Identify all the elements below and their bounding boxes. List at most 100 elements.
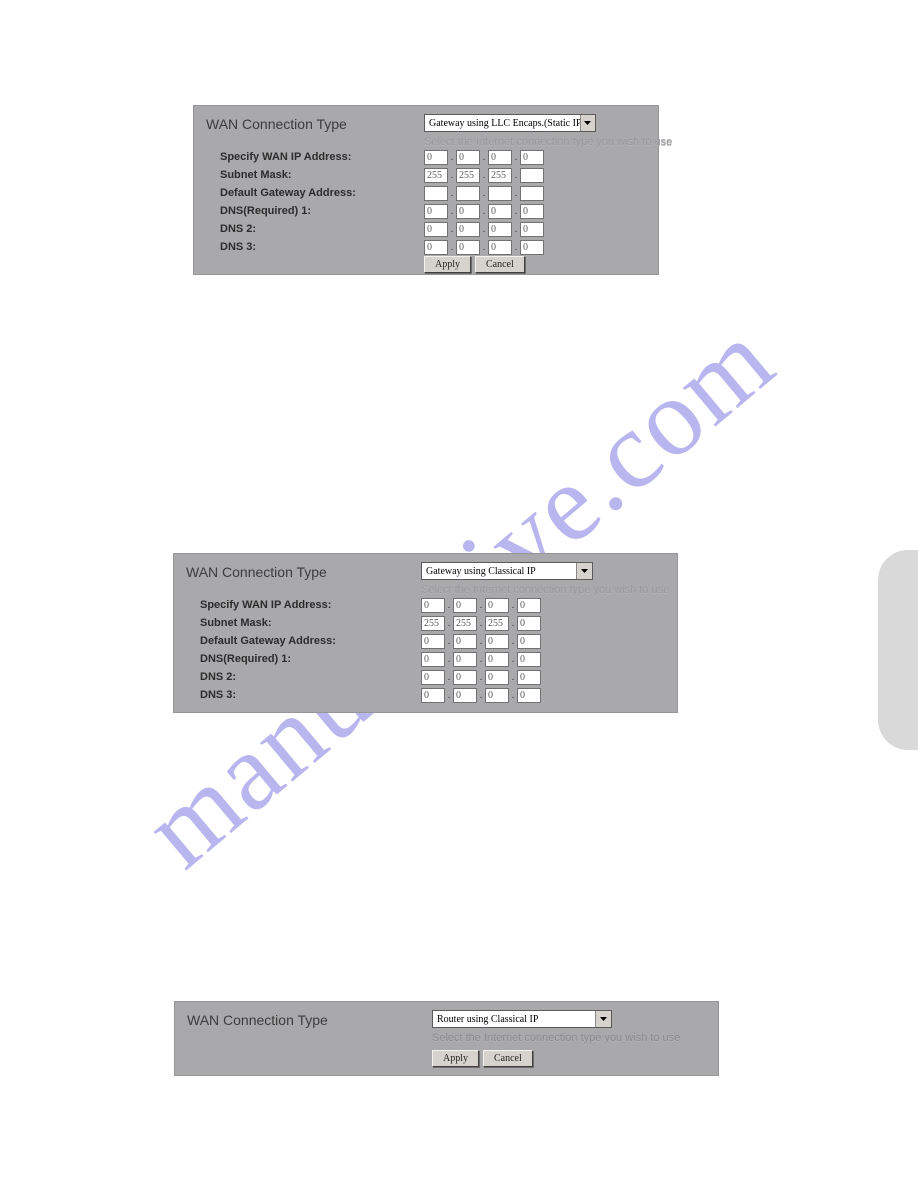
dot-sep: . xyxy=(480,170,488,181)
panel-static-ip: WAN Connection Type Gateway using LLC En… xyxy=(193,105,659,275)
ip-octet-input[interactable]: 0 xyxy=(485,652,509,667)
ip-octet-input[interactable]: 255 xyxy=(421,616,445,631)
ip-octet-input[interactable]: 0 xyxy=(421,598,445,613)
label-wan-ip: Specify WAN IP Address: xyxy=(200,596,336,614)
ip-octet-input[interactable]: 0 xyxy=(520,204,544,219)
ip-octet-input[interactable]: 0 xyxy=(424,204,448,219)
cancel-button[interactable]: Cancel xyxy=(475,256,525,273)
ip-octet-input[interactable]: 0 xyxy=(485,670,509,685)
ip-octet-input[interactable]: 0 xyxy=(424,150,448,165)
dot-sep: . xyxy=(480,206,488,217)
wan-type-select[interactable]: Router using Classical IP xyxy=(432,1010,612,1028)
dot-sep: . xyxy=(509,672,517,683)
label-dns2: DNS 2: xyxy=(220,220,356,238)
ip-octet-input[interactable]: 0 xyxy=(424,222,448,237)
dot-sep: . xyxy=(512,224,520,235)
select-value: Router using Classical IP xyxy=(433,1014,595,1025)
ip-octet-input[interactable]: 0 xyxy=(488,150,512,165)
dot-sep: . xyxy=(477,600,485,611)
ip-octet-input[interactable]: 0 xyxy=(488,204,512,219)
chevron-down-icon xyxy=(580,115,595,131)
ip-octet-input[interactable] xyxy=(520,168,544,183)
dot-sep: . xyxy=(512,170,520,181)
dot-sep: . xyxy=(448,224,456,235)
help-text: Select the Internet connection type you … xyxy=(424,136,672,148)
dot-sep: . xyxy=(480,152,488,163)
wan-type-select[interactable]: Gateway using Classical IP xyxy=(421,562,593,580)
dot-sep: . xyxy=(477,618,485,629)
dot-sep: . xyxy=(512,242,520,253)
field-labels: Specify WAN IP Address: Subnet Mask: Def… xyxy=(200,596,336,704)
ip-octet-input[interactable]: 0 xyxy=(421,634,445,649)
chevron-down-icon xyxy=(576,563,592,579)
ip-octet-input[interactable]: 255 xyxy=(453,616,477,631)
ip-octet-input[interactable]: 0 xyxy=(517,634,541,649)
ip-octet-input[interactable]: 255 xyxy=(488,168,512,183)
ip-octet-input[interactable] xyxy=(520,186,544,201)
apply-button[interactable]: Apply xyxy=(424,256,471,273)
ip-octet-input[interactable]: 0 xyxy=(453,688,477,703)
dot-sep: . xyxy=(512,152,520,163)
chevron-down-icon xyxy=(595,1011,611,1027)
label-subnet: Subnet Mask: xyxy=(220,166,356,184)
dot-sep: . xyxy=(509,636,517,647)
dot-sep: . xyxy=(477,672,485,683)
ip-octet-input[interactable]: 0 xyxy=(485,598,509,613)
ip-octet-input[interactable] xyxy=(456,186,480,201)
apply-button[interactable]: Apply xyxy=(432,1050,479,1067)
ip-octet-input[interactable]: 0 xyxy=(488,222,512,237)
ip-octet-input[interactable]: 255 xyxy=(485,616,509,631)
ip-grid: 0.0.0.0 255.255.255. ... 0.0.0.0 0.0.0.0… xyxy=(424,148,544,256)
dot-sep: . xyxy=(477,690,485,701)
side-tab xyxy=(878,550,918,750)
label-wan-ip: Specify WAN IP Address: xyxy=(220,148,356,166)
ip-octet-input[interactable]: 0 xyxy=(485,634,509,649)
ip-octet-input[interactable]: 0 xyxy=(456,240,480,255)
label-gateway: Default Gateway Address: xyxy=(220,184,356,202)
ip-octet-input[interactable]: 0 xyxy=(456,222,480,237)
ip-octet-input[interactable]: 0 xyxy=(520,150,544,165)
ip-octet-input[interactable]: 0 xyxy=(453,634,477,649)
dot-sep: . xyxy=(509,690,517,701)
label-dns3: DNS 3: xyxy=(200,686,336,704)
ip-octet-input[interactable]: 0 xyxy=(421,652,445,667)
ip-octet-input[interactable]: 0 xyxy=(517,598,541,613)
section-title: WAN Connection Type xyxy=(206,116,347,132)
ip-octet-input[interactable]: 0 xyxy=(517,688,541,703)
wan-type-select[interactable]: Gateway using LLC Encaps.(Static IP) xyxy=(424,114,596,132)
field-labels: Specify WAN IP Address: Subnet Mask: Def… xyxy=(220,148,356,256)
ip-octet-input[interactable]: 0 xyxy=(453,670,477,685)
ip-octet-input[interactable]: 0 xyxy=(456,150,480,165)
ip-octet-input[interactable]: 0 xyxy=(517,616,541,631)
panel-classical-ip-router: WAN Connection Type Router using Classic… xyxy=(174,1001,719,1076)
ip-octet-input[interactable]: 0 xyxy=(485,688,509,703)
label-dns3: DNS 3: xyxy=(220,238,356,256)
dot-sep: . xyxy=(448,152,456,163)
ip-octet-input[interactable]: 0 xyxy=(520,240,544,255)
ip-octet-input[interactable]: 255 xyxy=(456,168,480,183)
dot-sep: . xyxy=(477,636,485,647)
ip-octet-input[interactable]: 255 xyxy=(424,168,448,183)
button-row: Apply Cancel xyxy=(432,1050,533,1067)
ip-octet-input[interactable]: 0 xyxy=(456,204,480,219)
ip-octet-input[interactable]: 0 xyxy=(453,652,477,667)
ip-octet-input[interactable]: 0 xyxy=(421,688,445,703)
label-gateway: Default Gateway Address: xyxy=(200,632,336,650)
cancel-button[interactable]: Cancel xyxy=(483,1050,533,1067)
ip-octet-input[interactable]: 0 xyxy=(517,652,541,667)
ip-octet-input[interactable]: 0 xyxy=(517,670,541,685)
dot-sep: . xyxy=(509,600,517,611)
dot-sep: . xyxy=(445,690,453,701)
ip-octet-input[interactable]: 0 xyxy=(453,598,477,613)
dot-sep: . xyxy=(448,242,456,253)
select-value: Gateway using LLC Encaps.(Static IP) xyxy=(425,118,580,129)
ip-octet-input[interactable]: 0 xyxy=(424,240,448,255)
ip-octet-input[interactable]: 0 xyxy=(488,240,512,255)
ip-octet-input[interactable] xyxy=(488,186,512,201)
ip-octet-input[interactable]: 0 xyxy=(421,670,445,685)
ip-octet-input[interactable]: 0 xyxy=(520,222,544,237)
section-title: WAN Connection Type xyxy=(187,1012,328,1028)
ip-octet-input[interactable] xyxy=(424,186,448,201)
label-dns1: DNS(Required) 1: xyxy=(220,202,356,220)
dot-sep: . xyxy=(448,188,456,199)
